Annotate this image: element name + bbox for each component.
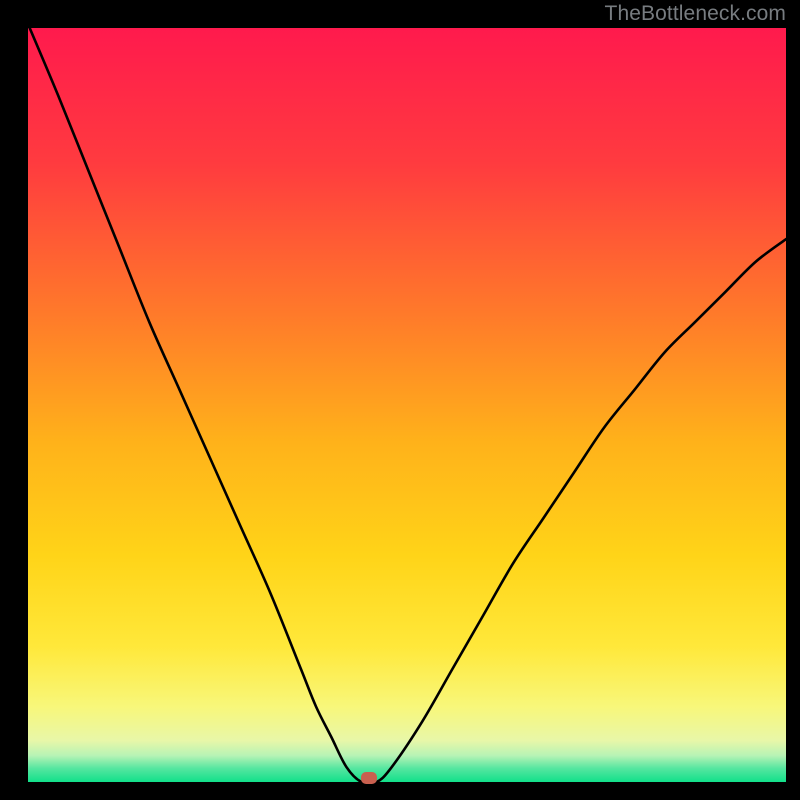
attribution-text: TheBottleneck.com [605, 2, 786, 26]
plot-area [28, 28, 786, 782]
optimal-point-marker [361, 772, 377, 784]
chart-frame: TheBottleneck.com [0, 0, 800, 800]
bottleneck-curve [28, 28, 786, 782]
